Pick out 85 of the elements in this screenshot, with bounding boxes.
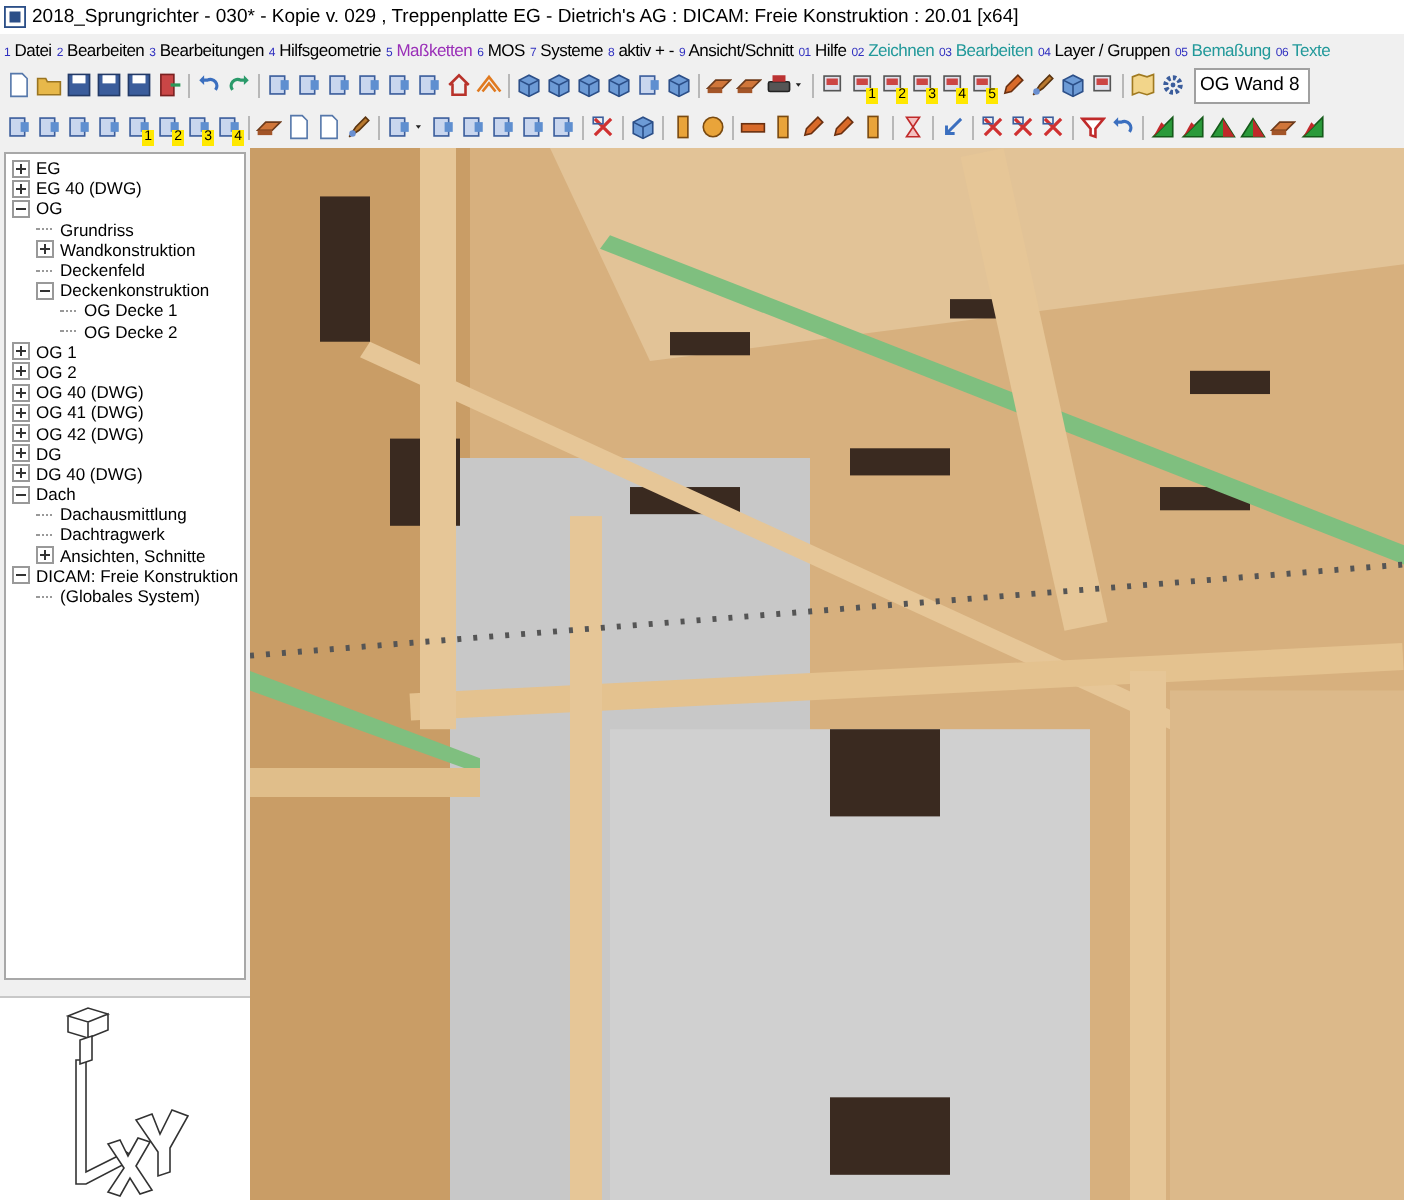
hourglass-icon[interactable]: [900, 114, 926, 140]
collapse-toggle[interactable]: [12, 566, 30, 585]
expand-toggle[interactable]: [12, 159, 30, 178]
triangle-icon[interactable]: [1210, 114, 1236, 140]
tree-item[interactable]: OG 2: [36, 361, 77, 382]
tree-item[interactable]: OG Decke 2: [84, 321, 178, 342]
cube-icon[interactable]: [576, 72, 602, 98]
layer-dropdown[interactable]: OG Wand 8: [1194, 67, 1310, 103]
tree-item[interactable]: Wandkonstruktion: [60, 239, 196, 260]
pencil-icon[interactable]: [830, 114, 856, 140]
tree-item[interactable]: Grundriss: [60, 219, 134, 240]
expand-toggle[interactable]: [12, 383, 30, 402]
plate-icon[interactable]: [910, 72, 936, 98]
roof-icon[interactable]: [476, 72, 502, 98]
plate-icon[interactable]: [820, 72, 846, 98]
panel-icon[interactable]: [126, 114, 152, 140]
cross-icon[interactable]: [980, 114, 1006, 140]
tree-item[interactable]: OG 41 (DWG): [36, 402, 144, 423]
tree-item[interactable]: (Globales System): [60, 586, 200, 607]
cube-icon[interactable]: [666, 72, 692, 98]
tree-item[interactable]: OG 42 (DWG): [36, 423, 144, 444]
folder-icon[interactable]: [36, 72, 62, 98]
ball-icon[interactable]: [700, 114, 726, 140]
tree-item[interactable]: Dachausmittlung: [60, 504, 187, 525]
flag-icon[interactable]: [1180, 114, 1206, 140]
expand-toggle[interactable]: [12, 179, 30, 198]
arrow-icon[interactable]: [940, 114, 966, 140]
document-icon[interactable]: [6, 72, 32, 98]
expand-toggle[interactable]: [12, 403, 30, 422]
tree-item[interactable]: EG 40 (DWG): [36, 178, 142, 199]
cross-icon[interactable]: [590, 114, 616, 140]
expand-toggle[interactable]: [12, 342, 30, 361]
tree-item[interactable]: OG 1: [36, 341, 77, 362]
expand-toggle[interactable]: [12, 362, 30, 381]
tree-item[interactable]: Dachtragwerk: [60, 524, 165, 545]
flag-icon[interactable]: [1150, 114, 1176, 140]
cube-icon[interactable]: [546, 72, 572, 98]
collapse-toggle[interactable]: [12, 485, 30, 504]
cross-icon[interactable]: [1010, 114, 1036, 140]
collapse-toggle[interactable]: [36, 281, 54, 300]
panel-icon[interactable]: [216, 114, 242, 140]
plate-icon[interactable]: [1090, 72, 1116, 98]
map-icon[interactable]: [1130, 72, 1156, 98]
tree-item[interactable]: DICAM: Freie Konstruktion: [36, 565, 239, 586]
expand-toggle[interactable]: [12, 464, 30, 483]
tree-item[interactable]: Dach: [36, 484, 76, 505]
tree-item[interactable]: Deckenkonstruktion: [60, 280, 210, 301]
tree-item[interactable]: EG: [36, 158, 61, 179]
door-icon[interactable]: [156, 72, 182, 98]
tree-item[interactable]: Deckenfeld: [60, 260, 146, 281]
panel-icon[interactable]: [186, 114, 212, 140]
panel-icon[interactable]: [156, 114, 182, 140]
plate-icon[interactable]: [940, 72, 966, 98]
brush-icon[interactable]: [346, 114, 372, 140]
cube-icon[interactable]: [1060, 72, 1086, 98]
tree-item[interactable]: Ansichten, Schnitte: [60, 545, 206, 566]
tree-item[interactable]: DG 40 (DWG): [36, 463, 143, 484]
expand-toggle[interactable]: [36, 240, 54, 259]
tree-item[interactable]: OG: [36, 198, 63, 219]
document-icon[interactable]: [316, 114, 342, 140]
cube-icon[interactable]: [630, 114, 656, 140]
cross-icon[interactable]: [1040, 114, 1066, 140]
document-icon[interactable]: [286, 114, 312, 140]
cube-icon[interactable]: [606, 72, 632, 98]
pencil-icon[interactable]: [800, 114, 826, 140]
funnel-icon[interactable]: [1080, 114, 1106, 140]
triangle-icon[interactable]: [1240, 114, 1266, 140]
flag-icon[interactable]: [1300, 114, 1326, 140]
expand-toggle[interactable]: [36, 546, 54, 565]
expand-toggle[interactable]: [12, 444, 30, 463]
pencil-icon[interactable]: [1000, 72, 1026, 98]
printer-icon[interactable]: [766, 72, 792, 98]
plate-icon[interactable]: [970, 72, 996, 98]
tree-item[interactable]: OG 40 (DWG): [36, 382, 144, 403]
brush-icon[interactable]: [1030, 72, 1056, 98]
gear-icon[interactable]: [1160, 72, 1186, 98]
tree-item[interactable]: DG: [36, 443, 62, 464]
cube-icon[interactable]: [516, 72, 542, 98]
collapse-toggle[interactable]: [12, 199, 30, 218]
plate-icon[interactable]: [880, 72, 906, 98]
tree-item[interactable]: OG Decke 1: [84, 300, 178, 321]
plate-icon[interactable]: [850, 72, 876, 98]
expand-toggle[interactable]: [12, 424, 30, 443]
window-title: 2018_Sprungrichter - 030* - Kopie v. 029 , Treppenplatte EG - Dietrich's AG : DICAM: Freie Konstruktion : 20.01 [x64]: [32, 6, 1019, 28]
house-icon[interactable]: [446, 72, 472, 98]
